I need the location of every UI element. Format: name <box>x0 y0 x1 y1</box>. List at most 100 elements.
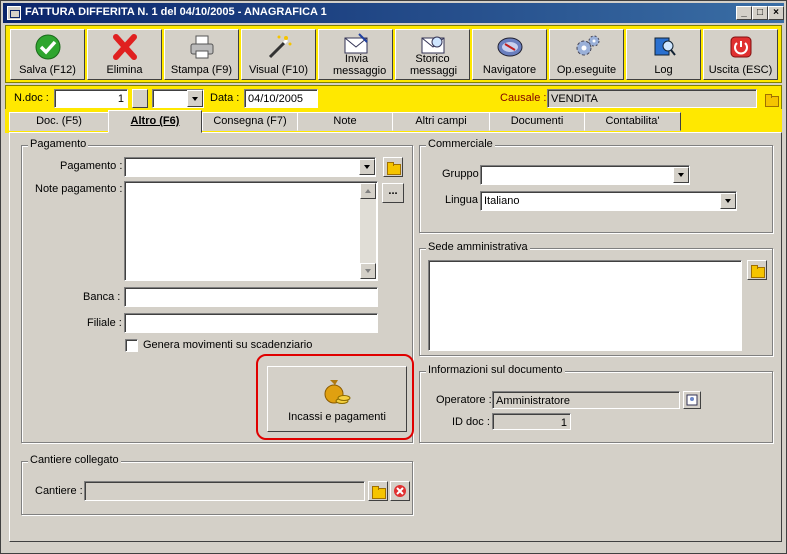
tab-doc[interactable]: Doc. (F5) <box>9 112 109 131</box>
delete-button[interactable]: Elimina <box>87 29 162 80</box>
check-icon <box>35 34 60 60</box>
commerciale-group: Commerciale Gruppo Lingua Italiano <box>419 138 773 233</box>
money-bag-icon <box>324 380 351 404</box>
print-label: Stampa (F9) <box>170 64 233 76</box>
filiale-field[interactable] <box>124 313 378 333</box>
genera-movimenti-label: Genera movimenti su scadenziario <box>143 339 313 351</box>
toolbar: Salva (F12) Elimina Stampa (F9) Visual (… <box>5 25 782 83</box>
causale-folder-icon[interactable] <box>761 89 781 109</box>
visual-label: Visual (F10) <box>248 64 309 76</box>
scroll-up-arrow-icon[interactable] <box>360 183 376 199</box>
operatore-field[interactable]: Amministratore <box>492 391 680 409</box>
cantiere-clear-button[interactable] <box>390 481 410 501</box>
pagamento-dropdown-button[interactable] <box>359 159 375 175</box>
pagamento-group-title: Pagamento <box>28 138 89 150</box>
pagamento-label: Pagamento : <box>60 160 123 172</box>
message-history-label: Storico messaggi <box>410 53 458 77</box>
lingua-select[interactable]: Italiano <box>480 191 737 211</box>
send-message-button[interactable]: Invia messaggio <box>318 29 393 80</box>
log-button[interactable]: Log <box>626 29 701 80</box>
note-pagamento-textarea[interactable] <box>124 181 378 281</box>
tab-documenti[interactable]: Documenti <box>489 112 585 131</box>
tab-altro[interactable]: Altro (F6) <box>108 110 202 133</box>
pagamento-group: Pagamento Pagamento : Note pagamento : .… <box>21 138 414 443</box>
message-history-button[interactable]: Storico messaggi <box>395 29 470 80</box>
sede-group: Sede amministrativa <box>419 241 773 356</box>
incassi-pagamenti-button[interactable]: Incassi e pagamenti <box>267 366 407 432</box>
gruppo-dropdown-button[interactable] <box>673 167 689 183</box>
printer-icon <box>190 35 213 59</box>
sede-folder-icon[interactable] <box>747 260 767 280</box>
ndoc-lookup-button[interactable] <box>132 89 148 108</box>
gears-icon <box>576 35 599 56</box>
main-window: FATTURA DIFFERITA N. 1 del 04/10/2005 - … <box>0 0 787 554</box>
exit-button[interactable]: Uscita (ESC) <box>703 29 778 80</box>
causale-field[interactable]: VENDITA <box>547 89 757 108</box>
cantiere-folder-icon[interactable] <box>368 481 388 501</box>
clear-icon <box>394 485 406 497</box>
iddoc-label: ID doc : <box>452 416 490 428</box>
exit-label: Uscita (ESC) <box>708 64 773 76</box>
ndoc-label: N.doc : <box>14 92 49 104</box>
cantiere-group: Cantiere collegato Cantiere : <box>21 454 413 515</box>
close-button[interactable]: × <box>768 6 784 20</box>
iddoc-field: 1 <box>492 413 571 430</box>
filiale-label: Filiale : <box>87 317 122 329</box>
gruppo-select[interactable] <box>480 165 690 185</box>
genera-movimenti-checkbox[interactable] <box>125 339 138 352</box>
gruppo-label: Gruppo <box>442 168 479 180</box>
lingua-label: Lingua <box>445 194 479 206</box>
note-ellipsis-button[interactable]: ... <box>382 183 404 203</box>
navigator-button[interactable]: Navigatore <box>472 29 547 80</box>
pagamento-select[interactable] <box>124 157 376 177</box>
window-title: FATTURA DIFFERITA N. 1 del 04/10/2005 - … <box>25 6 327 18</box>
date-field[interactable]: 04/10/2005 <box>244 89 318 108</box>
power-icon <box>730 36 751 58</box>
tab-strip: Doc. (F5) Altro (F6) Consegna (F7) Note … <box>5 109 782 133</box>
save-label: Salva (F12) <box>19 64 76 76</box>
note-scrollbar[interactable] <box>360 183 376 279</box>
visual-button[interactable]: Visual (F10) <box>241 29 316 80</box>
scroll-down-arrow-icon[interactable] <box>360 263 376 279</box>
tab-panel: Pagamento Pagamento : Note pagamento : .… <box>9 132 782 542</box>
sede-textarea[interactable] <box>428 260 742 351</box>
save-button[interactable]: Salva (F12) <box>10 29 85 80</box>
magic-wand-icon <box>268 35 291 59</box>
informazioni-group-title: Informazioni sul documento <box>426 364 565 376</box>
app-icon <box>7 6 21 20</box>
print-button[interactable]: Stampa (F9) <box>164 29 239 80</box>
tab-altri-campi[interactable]: Altri campi <box>392 112 490 131</box>
causale-label: Causale : <box>500 92 547 104</box>
lingua-dropdown-button[interactable] <box>720 193 736 209</box>
compass-icon <box>497 37 522 57</box>
tab-note[interactable]: Note <box>297 112 393 131</box>
sede-group-title: Sede amministrativa <box>426 241 530 253</box>
banca-label: Banca : <box>83 291 121 303</box>
banca-field[interactable] <box>124 287 378 307</box>
incassi-pagamenti-label: Incassi e pagamenti <box>288 411 386 423</box>
operatore-lookup-button[interactable] <box>683 391 701 409</box>
operatore-label: Operatore : <box>436 394 492 406</box>
pagamento-folder-icon[interactable] <box>383 157 403 177</box>
delete-x-icon <box>112 34 137 60</box>
informazioni-group: Informazioni sul documento Operatore : A… <box>419 364 773 443</box>
document-header-bar: N.doc : 1 Data : 04/10/2005 Causale : VE… <box>5 85 782 111</box>
maximize-button[interactable]: □ <box>752 6 768 20</box>
navigator-label: Navigatore <box>482 64 537 76</box>
note-pagamento-label: Note pagamento : <box>35 183 123 195</box>
minimize-button[interactable]: _ <box>736 6 752 20</box>
ndoc-field[interactable]: 1 <box>54 89 128 108</box>
executed-ops-label: Op.eseguite <box>556 64 617 76</box>
cantiere-field[interactable] <box>84 481 365 501</box>
commerciale-group-title: Commerciale <box>426 138 495 150</box>
executed-ops-button[interactable]: Op.eseguite <box>549 29 624 80</box>
tab-contabilita[interactable]: Contabilita' <box>584 112 681 131</box>
book-search-icon <box>654 37 676 56</box>
series-dropdown-button[interactable] <box>187 90 203 107</box>
user-card-icon <box>686 394 698 406</box>
data-label: Data : <box>210 92 240 104</box>
tab-consegna[interactable]: Consegna (F7) <box>202 112 298 131</box>
title-bar: FATTURA DIFFERITA N. 1 del 04/10/2005 - … <box>3 3 784 23</box>
delete-label: Elimina <box>106 64 143 76</box>
send-message-label: Invia messaggio <box>333 53 387 77</box>
